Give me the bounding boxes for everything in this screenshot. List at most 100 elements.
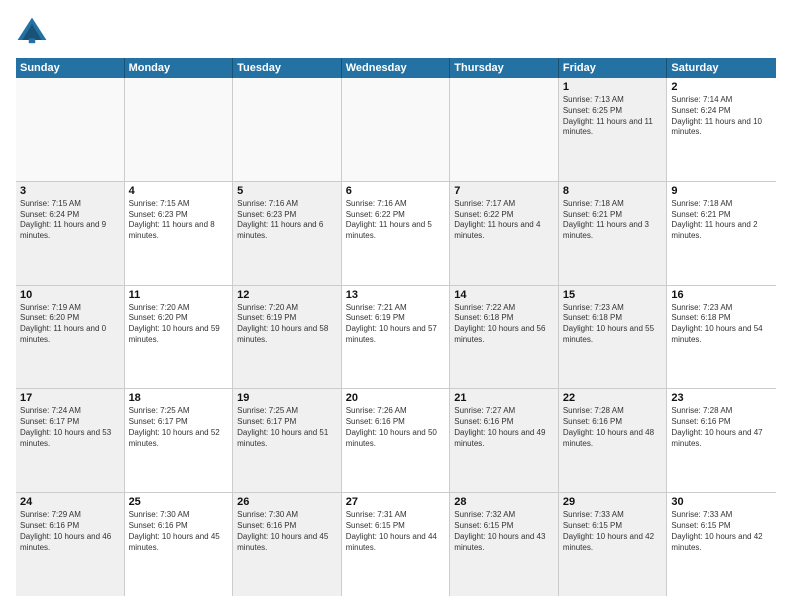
day-info: Sunrise: 7:31 AM Sunset: 6:15 PM Dayligh… (346, 510, 446, 553)
calendar-cell: 13 Sunrise: 7:21 AM Sunset: 6:19 PM Dayli… (342, 286, 451, 389)
day-info: Sunrise: 7:15 AM Sunset: 6:23 PM Dayligh… (129, 199, 229, 242)
day-number: 20 (346, 392, 446, 404)
day-info: Sunrise: 7:33 AM Sunset: 6:15 PM Dayligh… (671, 510, 772, 553)
calendar-row-1: 3 Sunrise: 7:15 AM Sunset: 6:24 PM Daylig… (16, 182, 776, 286)
day-info: Sunrise: 7:24 AM Sunset: 6:17 PM Dayligh… (20, 406, 120, 449)
calendar-cell: 26 Sunrise: 7:30 AM Sunset: 6:16 PM Dayli… (233, 493, 342, 596)
day-info: Sunrise: 7:32 AM Sunset: 6:15 PM Dayligh… (454, 510, 554, 553)
day-number: 29 (563, 496, 663, 508)
day-info: Sunrise: 7:17 AM Sunset: 6:22 PM Dayligh… (454, 199, 554, 242)
calendar-cell: 20 Sunrise: 7:26 AM Sunset: 6:16 PM Dayli… (342, 389, 451, 492)
day-info: Sunrise: 7:16 AM Sunset: 6:23 PM Dayligh… (237, 199, 337, 242)
day-number: 6 (346, 185, 446, 197)
day-info: Sunrise: 7:26 AM Sunset: 6:16 PM Dayligh… (346, 406, 446, 449)
calendar-cell (233, 78, 342, 181)
calendar-cell: 7 Sunrise: 7:17 AM Sunset: 6:22 PM Daylig… (450, 182, 559, 285)
day-number: 24 (20, 496, 120, 508)
calendar-cell: 4 Sunrise: 7:15 AM Sunset: 6:23 PM Daylig… (125, 182, 234, 285)
day-number: 9 (671, 185, 772, 197)
header-day-sunday: Sunday (16, 58, 125, 78)
calendar-cell: 24 Sunrise: 7:29 AM Sunset: 6:16 PM Dayli… (16, 493, 125, 596)
day-number: 27 (346, 496, 446, 508)
header-day-monday: Monday (125, 58, 234, 78)
calendar-row-2: 10Sunrise: 7:19 AM Sunset: 6:20 PM Dayli… (16, 286, 776, 390)
header-day-tuesday: Tuesday (233, 58, 342, 78)
calendar-cell: 28 Sunrise: 7:32 AM Sunset: 6:15 PM Dayli… (450, 493, 559, 596)
calendar-cell: 10Sunrise: 7:19 AM Sunset: 6:20 PM Dayli… (16, 286, 125, 389)
day-number: 7 (454, 185, 554, 197)
calendar-body: 1 Sunrise: 7:13 AM Sunset: 6:25 PM Daylig… (16, 78, 776, 596)
calendar-row-3: 17 Sunrise: 7:24 AM Sunset: 6:17 PM Dayli… (16, 389, 776, 493)
day-info: Sunrise: 7:15 AM Sunset: 6:24 PM Dayligh… (20, 199, 120, 242)
calendar-cell: 27 Sunrise: 7:31 AM Sunset: 6:15 PM Dayli… (342, 493, 451, 596)
day-info: Sunrise: 7:21 AM Sunset: 6:19 PM Dayligh… (346, 303, 446, 346)
calendar-cell: 6 Sunrise: 7:16 AM Sunset: 6:22 PM Daylig… (342, 182, 451, 285)
logo-icon (16, 16, 48, 48)
day-number: 15 (563, 289, 663, 301)
calendar-cell: 19 Sunrise: 7:25 AM Sunset: 6:17 PM Dayli… (233, 389, 342, 492)
day-number: 17 (20, 392, 120, 404)
day-info: Sunrise: 7:20 AM Sunset: 6:19 PM Dayligh… (237, 303, 337, 346)
calendar-cell: 30 Sunrise: 7:33 AM Sunset: 6:15 PM Dayli… (667, 493, 776, 596)
day-number: 19 (237, 392, 337, 404)
day-number: 30 (671, 496, 772, 508)
day-number: 16 (671, 289, 772, 301)
day-info: Sunrise: 7:33 AM Sunset: 6:15 PM Dayligh… (563, 510, 663, 553)
day-info: Sunrise: 7:30 AM Sunset: 6:16 PM Dayligh… (237, 510, 337, 553)
day-info: Sunrise: 7:18 AM Sunset: 6:21 PM Dayligh… (563, 199, 663, 242)
calendar-cell: 3 Sunrise: 7:15 AM Sunset: 6:24 PM Daylig… (16, 182, 125, 285)
header-day-thursday: Thursday (450, 58, 559, 78)
calendar-cell: 16 Sunrise: 7:23 AM Sunset: 6:18 PM Dayli… (667, 286, 776, 389)
day-info: Sunrise: 7:27 AM Sunset: 6:16 PM Dayligh… (454, 406, 554, 449)
calendar-cell: 14 Sunrise: 7:22 AM Sunset: 6:18 PM Dayli… (450, 286, 559, 389)
calendar-cell (450, 78, 559, 181)
day-info: Sunrise: 7:14 AM Sunset: 6:24 PM Dayligh… (671, 95, 772, 138)
day-info: Sunrise: 7:19 AM Sunset: 6:20 PM Dayligh… (20, 303, 120, 346)
day-info: Sunrise: 7:23 AM Sunset: 6:18 PM Dayligh… (671, 303, 772, 346)
day-number: 4 (129, 185, 229, 197)
day-number: 21 (454, 392, 554, 404)
header (16, 16, 776, 48)
day-info: Sunrise: 7:29 AM Sunset: 6:16 PM Dayligh… (20, 510, 120, 553)
calendar-cell: 12 Sunrise: 7:20 AM Sunset: 6:19 PM Dayli… (233, 286, 342, 389)
calendar-cell: 15 Sunrise: 7:23 AM Sunset: 6:18 PM Dayli… (559, 286, 668, 389)
day-number: 14 (454, 289, 554, 301)
day-info: Sunrise: 7:13 AM Sunset: 6:25 PM Dayligh… (563, 95, 663, 138)
day-number: 22 (563, 392, 663, 404)
day-number: 8 (563, 185, 663, 197)
day-info: Sunrise: 7:25 AM Sunset: 6:17 PM Dayligh… (237, 406, 337, 449)
day-number: 25 (129, 496, 229, 508)
day-number: 5 (237, 185, 337, 197)
calendar-row-4: 24 Sunrise: 7:29 AM Sunset: 6:16 PM Dayli… (16, 493, 776, 596)
day-info: Sunrise: 7:22 AM Sunset: 6:18 PM Dayligh… (454, 303, 554, 346)
day-info: Sunrise: 7:20 AM Sunset: 6:20 PM Dayligh… (129, 303, 229, 346)
calendar: SundayMondayTuesdayWednesdayThursdayFrid… (16, 58, 776, 596)
calendar-cell: 9 Sunrise: 7:18 AM Sunset: 6:21 PM Daylig… (667, 182, 776, 285)
day-number: 13 (346, 289, 446, 301)
header-day-friday: Friday (559, 58, 668, 78)
header-day-saturday: Saturday (667, 58, 776, 78)
day-info: Sunrise: 7:18 AM Sunset: 6:21 PM Dayligh… (671, 199, 772, 242)
day-number: 1 (563, 81, 663, 93)
day-number: 23 (671, 392, 772, 404)
day-number: 18 (129, 392, 229, 404)
day-number: 28 (454, 496, 554, 508)
header-day-wednesday: Wednesday (342, 58, 451, 78)
calendar-cell: 1 Sunrise: 7:13 AM Sunset: 6:25 PM Daylig… (559, 78, 668, 181)
calendar-cell (125, 78, 234, 181)
day-number: 3 (20, 185, 120, 197)
calendar-cell: 2 Sunrise: 7:14 AM Sunset: 6:24 PM Daylig… (667, 78, 776, 181)
page: SundayMondayTuesdayWednesdayThursdayFrid… (0, 0, 792, 612)
calendar-cell: 5 Sunrise: 7:16 AM Sunset: 6:23 PM Daylig… (233, 182, 342, 285)
calendar-cell: 22Sunrise: 7:28 AM Sunset: 6:16 PM Dayli… (559, 389, 668, 492)
day-info: Sunrise: 7:28 AM Sunset: 6:16 PM Dayligh… (671, 406, 772, 449)
day-number: 2 (671, 81, 772, 93)
day-number: 26 (237, 496, 337, 508)
day-info: Sunrise: 7:16 AM Sunset: 6:22 PM Dayligh… (346, 199, 446, 242)
day-info: Sunrise: 7:23 AM Sunset: 6:18 PM Dayligh… (563, 303, 663, 346)
calendar-cell: 17 Sunrise: 7:24 AM Sunset: 6:17 PM Dayli… (16, 389, 125, 492)
day-number: 12 (237, 289, 337, 301)
day-number: 11 (129, 289, 229, 301)
calendar-cell: 23 Sunrise: 7:28 AM Sunset: 6:16 PM Dayli… (667, 389, 776, 492)
logo (16, 16, 52, 48)
